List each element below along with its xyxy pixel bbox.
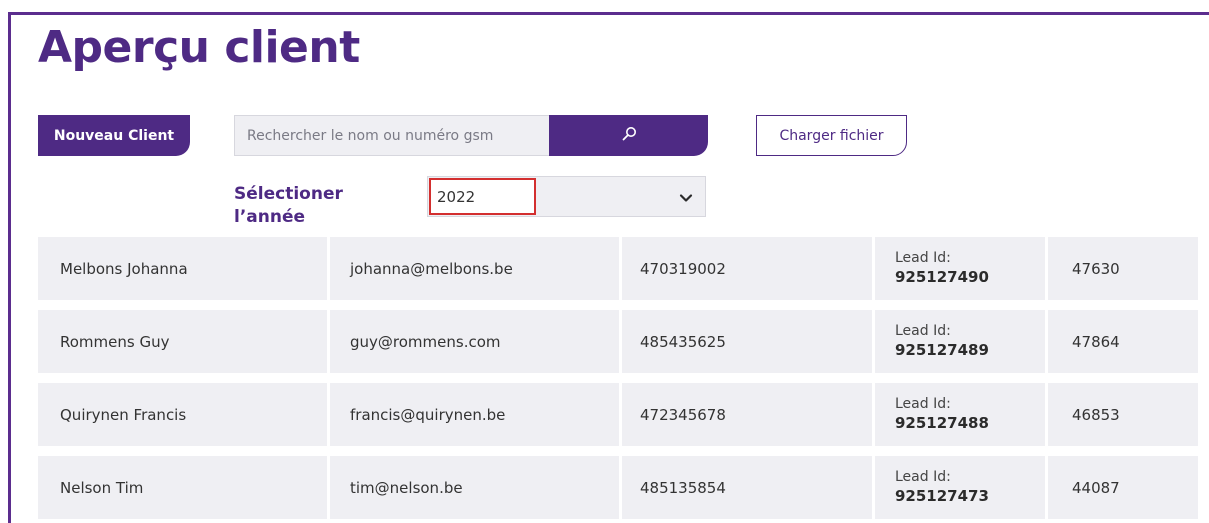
client-row[interactable]: Quirynen Francis francis@quirynen.be 472… — [38, 383, 1198, 446]
lead-id-value: 925127489 — [895, 341, 989, 359]
client-phone: 485435625 — [640, 332, 726, 351]
client-lead: Lead Id: 925127488 — [875, 383, 1045, 446]
lead-id-label: Lead Id: — [895, 323, 951, 339]
client-email: johanna@melbons.be — [350, 259, 513, 278]
lead-id-label: Lead Id: — [895, 250, 951, 266]
client-lead: Lead Id: 925127473 — [875, 456, 1045, 519]
client-row[interactable]: Nelson Tim tim@nelson.be 485135854 Lead … — [38, 456, 1198, 519]
year-select[interactable]: 2022 — [427, 176, 706, 217]
client-phone: 485135854 — [640, 478, 726, 497]
search-icon — [621, 126, 637, 146]
client-phone: 470319002 — [640, 259, 726, 278]
client-code: 46853 — [1072, 405, 1120, 424]
year-select-label: Sélectioner l’année — [234, 184, 343, 227]
frame-left-border — [8, 12, 11, 523]
search-button[interactable] — [549, 115, 708, 156]
frame-top-border — [8, 12, 1209, 15]
upload-file-button[interactable]: Charger fichier — [756, 115, 907, 156]
client-name: Nelson Tim — [60, 478, 144, 497]
client-code: 47630 — [1072, 259, 1120, 278]
page-title: Aperçu client — [38, 22, 360, 73]
client-email: guy@rommens.com — [350, 332, 501, 351]
client-name: Quirynen Francis — [60, 405, 187, 424]
client-code: 47864 — [1072, 332, 1120, 351]
new-client-button[interactable]: Nouveau Client — [38, 115, 190, 156]
client-email: francis@quirynen.be — [350, 405, 506, 424]
client-name: Rommens Guy — [60, 332, 170, 351]
client-name: Melbons Johanna — [60, 259, 188, 278]
client-row[interactable]: Melbons Johanna johanna@melbons.be 47031… — [38, 237, 1198, 300]
chevron-down-icon — [679, 190, 693, 209]
search-input[interactable] — [234, 115, 550, 156]
client-lead: Lead Id: 925127490 — [875, 237, 1045, 300]
client-row[interactable]: Rommens Guy guy@rommens.com 485435625 Le… — [38, 310, 1198, 373]
client-lead: Lead Id: 925127489 — [875, 310, 1045, 373]
lead-id-value: 925127488 — [895, 414, 989, 432]
lead-id-label: Lead Id: — [895, 469, 951, 485]
lead-id-label: Lead Id: — [895, 396, 951, 412]
lead-id-value: 925127473 — [895, 487, 989, 505]
year-selected-value: 2022 — [429, 178, 536, 215]
lead-id-value: 925127490 — [895, 268, 989, 286]
client-email: tim@nelson.be — [350, 478, 463, 497]
client-code: 44087 — [1072, 478, 1120, 497]
client-phone: 472345678 — [640, 405, 726, 424]
